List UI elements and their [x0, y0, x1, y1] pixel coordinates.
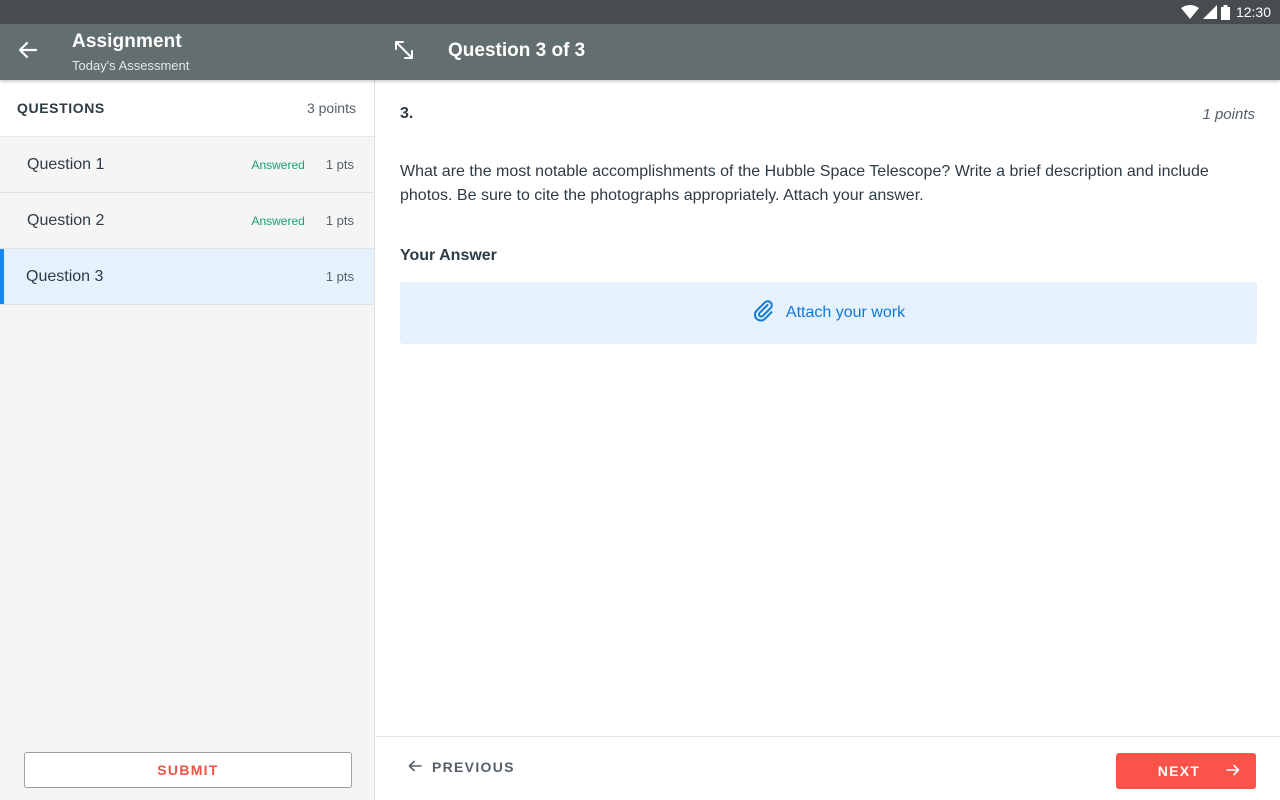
app-bar: Assignment Today's Assessment Question 3… [0, 24, 1280, 80]
question-item-points: 1 pts [325, 157, 354, 172]
sidebar-title: QUESTIONS [17, 100, 105, 116]
app-subtitle: Today's Assessment [72, 58, 190, 73]
footer-nav: PREVIOUS NEXT [376, 736, 1280, 800]
arrow-right-icon [1226, 763, 1240, 779]
attach-work-button[interactable]: Attach your work [400, 282, 1257, 344]
submit-button[interactable]: SUBMIT [24, 752, 352, 788]
next-label: NEXT [1157, 763, 1201, 779]
arrow-left-icon [408, 759, 422, 775]
answered-badge: Answered [251, 157, 305, 172]
expand-icon [393, 39, 415, 66]
question-item-label: Question 2 [27, 211, 105, 229]
wifi-icon [1180, 5, 1199, 19]
question-item-1[interactable]: Question 1 Answered 1 pts [0, 137, 374, 193]
question-item-2[interactable]: Question 2 Answered 1 pts [0, 193, 374, 249]
back-button[interactable] [14, 38, 42, 66]
question-item-label: Question 1 [27, 155, 105, 173]
app-title: Assignment [72, 31, 182, 52]
status-bar: 12:30 [0, 0, 1280, 24]
paperclip-icon [752, 299, 776, 328]
question-item-points: 1 pts [325, 213, 354, 228]
sidebar-header: QUESTIONS 3 points [0, 80, 374, 137]
previous-button[interactable]: PREVIOUS [408, 759, 515, 775]
question-panel: 3. 1 points What are the most notable ac… [376, 80, 1280, 736]
arrow-back-icon [18, 40, 38, 65]
attach-work-label: Attach your work [785, 304, 906, 321]
questions-sidebar: QUESTIONS 3 points Question 1 Answered 1… [0, 80, 375, 800]
question-header: Question 3 of 3 [448, 40, 586, 61]
battery-icon [1220, 4, 1230, 20]
question-item-points: 1 pts [325, 269, 354, 284]
status-time: 12:30 [1235, 4, 1271, 20]
signal-icon [1202, 5, 1217, 19]
previous-label: PREVIOUS [432, 759, 515, 775]
question-points: 1 points [1202, 106, 1255, 123]
sidebar-total-points: 3 points [306, 100, 356, 116]
answered-badge: Answered [251, 213, 305, 228]
next-button[interactable]: NEXT [1116, 753, 1256, 789]
expand-button[interactable] [390, 38, 418, 66]
question-item-3[interactable]: Question 3 1 pts [0, 249, 374, 305]
question-text: What are the most notable accomplishment… [400, 163, 1209, 204]
question-number: 3. [400, 105, 414, 122]
your-answer-label: Your Answer [400, 247, 497, 264]
question-item-label: Question 3 [26, 267, 104, 285]
